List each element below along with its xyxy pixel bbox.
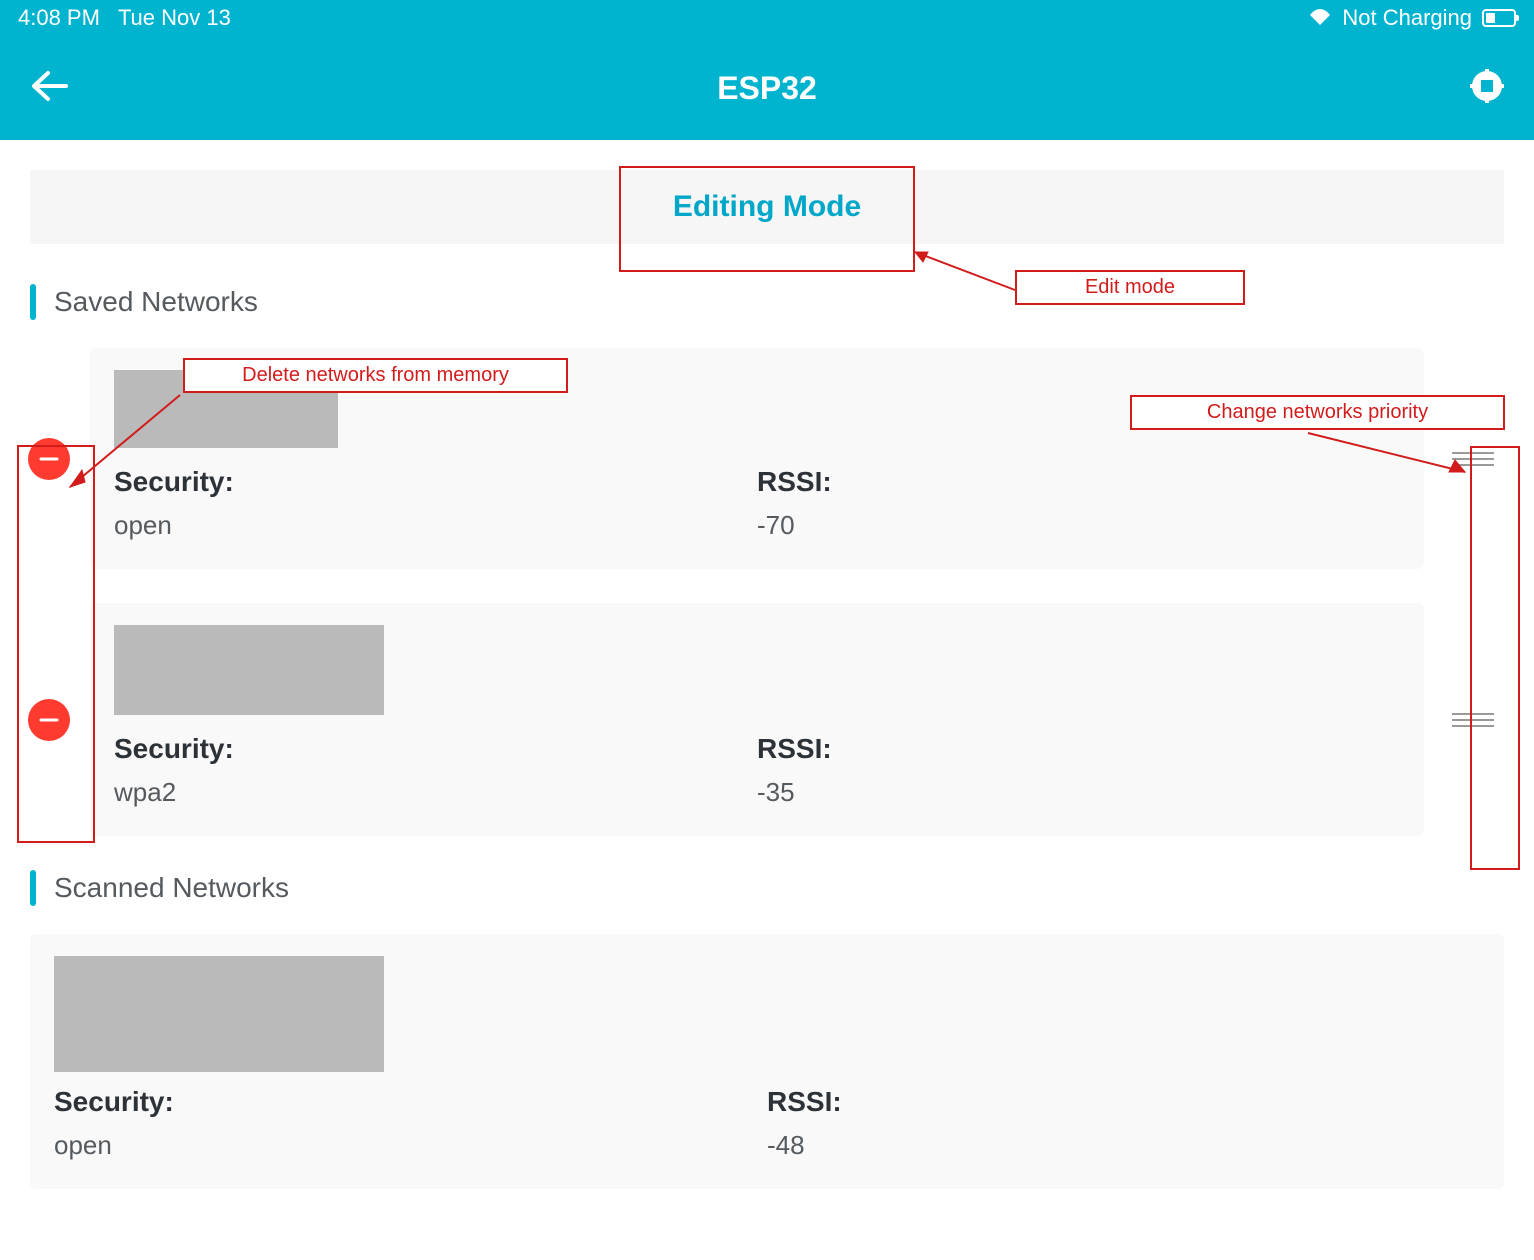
security-value: open: [54, 1130, 767, 1161]
security-value: wpa2: [114, 777, 757, 808]
section-accent-bar: [30, 870, 36, 906]
status-left: 4:08 PM Tue Nov 13: [18, 5, 231, 31]
rssi-value: -70: [757, 510, 1400, 541]
editing-mode-banner[interactable]: Editing Mode: [30, 170, 1504, 244]
page-title: ESP32: [717, 70, 817, 107]
reorder-handle[interactable]: [1452, 709, 1494, 731]
saved-networks-title: Saved Networks: [54, 286, 258, 318]
scanned-networks-header: Scanned Networks: [30, 870, 1504, 906]
rssi-label: RSSI:: [767, 1086, 1480, 1118]
rssi-value: -48: [767, 1130, 1480, 1161]
section-accent-bar: [30, 284, 36, 320]
network-name-redacted: [54, 956, 384, 1072]
network-card[interactable]: Security: RSSI: open -70: [90, 348, 1424, 569]
header-bar: ESP32: [0, 36, 1534, 140]
charging-status: Not Charging: [1342, 5, 1472, 31]
security-value: open: [114, 510, 757, 541]
rssi-label: RSSI:: [757, 733, 1400, 765]
network-name-redacted: [114, 625, 384, 715]
rssi-label: RSSI:: [757, 466, 1400, 498]
network-name-redacted: [114, 370, 338, 448]
status-date: Tue Nov 13: [118, 5, 231, 31]
status-bar: 4:08 PM Tue Nov 13 Not Charging: [0, 0, 1534, 36]
security-label: Security:: [114, 466, 757, 498]
security-label: Security:: [114, 733, 757, 765]
reorder-handle[interactable]: [1452, 448, 1494, 470]
status-right: Not Charging: [1308, 5, 1516, 31]
saved-network-row: Security: RSSI: wpa2 -35: [90, 603, 1504, 836]
security-label: Security:: [54, 1086, 767, 1118]
debug-icon[interactable]: [1470, 69, 1504, 108]
status-time: 4:08 PM: [18, 5, 100, 31]
wifi-icon: [1308, 5, 1332, 31]
saved-network-row: Security: RSSI: open -70: [90, 348, 1504, 569]
back-button[interactable]: [30, 69, 68, 108]
battery-icon: [1482, 9, 1516, 27]
saved-networks-header: Saved Networks: [30, 284, 1504, 320]
network-card[interactable]: Security: RSSI: wpa2 -35: [90, 603, 1424, 836]
scanned-network-card[interactable]: Security: RSSI: open -48: [30, 934, 1504, 1189]
editing-mode-label: Editing Mode: [673, 190, 861, 224]
rssi-value: -35: [757, 777, 1400, 808]
scanned-networks-title: Scanned Networks: [54, 872, 289, 904]
delete-network-button[interactable]: [28, 438, 70, 480]
delete-network-button[interactable]: [28, 699, 70, 741]
